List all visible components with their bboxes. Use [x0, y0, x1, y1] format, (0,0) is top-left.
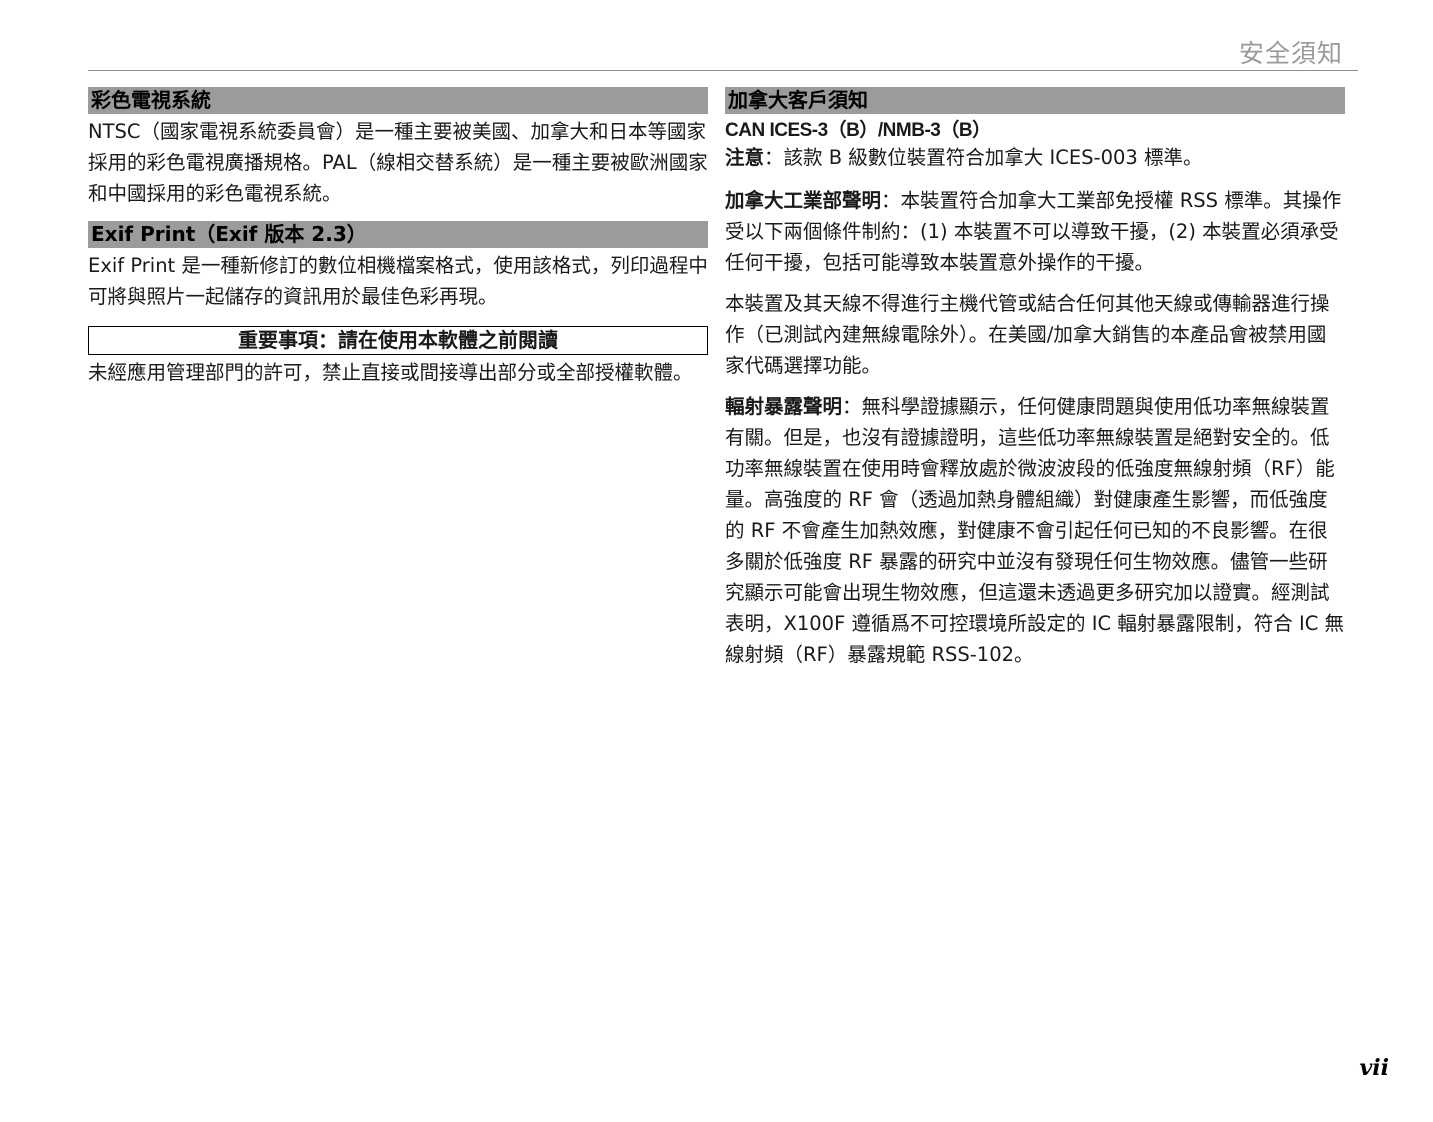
can-ices-code: CAN ICES-3（B）/NMB-3（B） [725, 120, 991, 141]
notice-lead: 注意 [725, 146, 765, 169]
section-title-color-tv: 彩色電視系統 [88, 87, 708, 114]
page-number: vii [1359, 1055, 1390, 1081]
header-rule [88, 70, 1358, 71]
notice-paragraph: 注意：該款 B 級數位裝置符合加拿大 ICES-003 標準。 [725, 144, 1345, 171]
radiation-paragraph: 輻射暴露聲明：無科學證據顯示，任何健康問題與使用低功率無線裝置有關。但是，也沒有… [725, 391, 1345, 670]
left-column: 彩色電視系統 NTSC（國家電視系統委員會）是一種主要被美國、加拿大和日本等國家… [88, 87, 708, 388]
exif-body: Exif Print 是一種新修訂的數位相機檔案格式，使用該格式，列印過程中可將… [88, 254, 708, 308]
running-head-title: 安全須知 [1238, 39, 1343, 68]
radiation-lead: 輻射暴露聲明 [725, 395, 843, 418]
important-notice-body: 未經應用管理部門的許可，禁止直接或間接導出部分或全部授權軟體。 [88, 361, 693, 384]
antenna-paragraph: 本裝置及其天線不得進行主機代管或結合任何其他天線或傳輸器進行操作（已測試內建無線… [725, 292, 1330, 377]
section-title-exif: Exif Print（Exif 版本 2.3） [88, 221, 708, 248]
right-column: 加拿大客戶須知 CAN ICES-3（B）/NMB-3（B） 注意：該款 B 級… [725, 87, 1345, 670]
industry-paragraph: 加拿大工業部聲明：本裝置符合加拿大工業部免授權 RSS 標準。其操作受以下兩個條… [725, 185, 1345, 278]
color-tv-body: NTSC（國家電視系統委員會）是一種主要被美國、加拿大和日本等國家採用的彩色電視… [88, 120, 708, 205]
section-title-canada: 加拿大客戶須知 [725, 87, 1345, 114]
radiation-body: ：無科學證據顯示，任何健康問題與使用低功率無線裝置有關。但是，也沒有證據證明，這… [725, 395, 1345, 666]
industry-lead: 加拿大工業部聲明 [725, 189, 882, 212]
important-notice-title: 重要事項：請在使用本軟體之前閱讀 [88, 326, 708, 355]
notice-body: ：該款 B 級數位裝置符合加拿大 ICES-003 標準。 [764, 146, 1203, 169]
